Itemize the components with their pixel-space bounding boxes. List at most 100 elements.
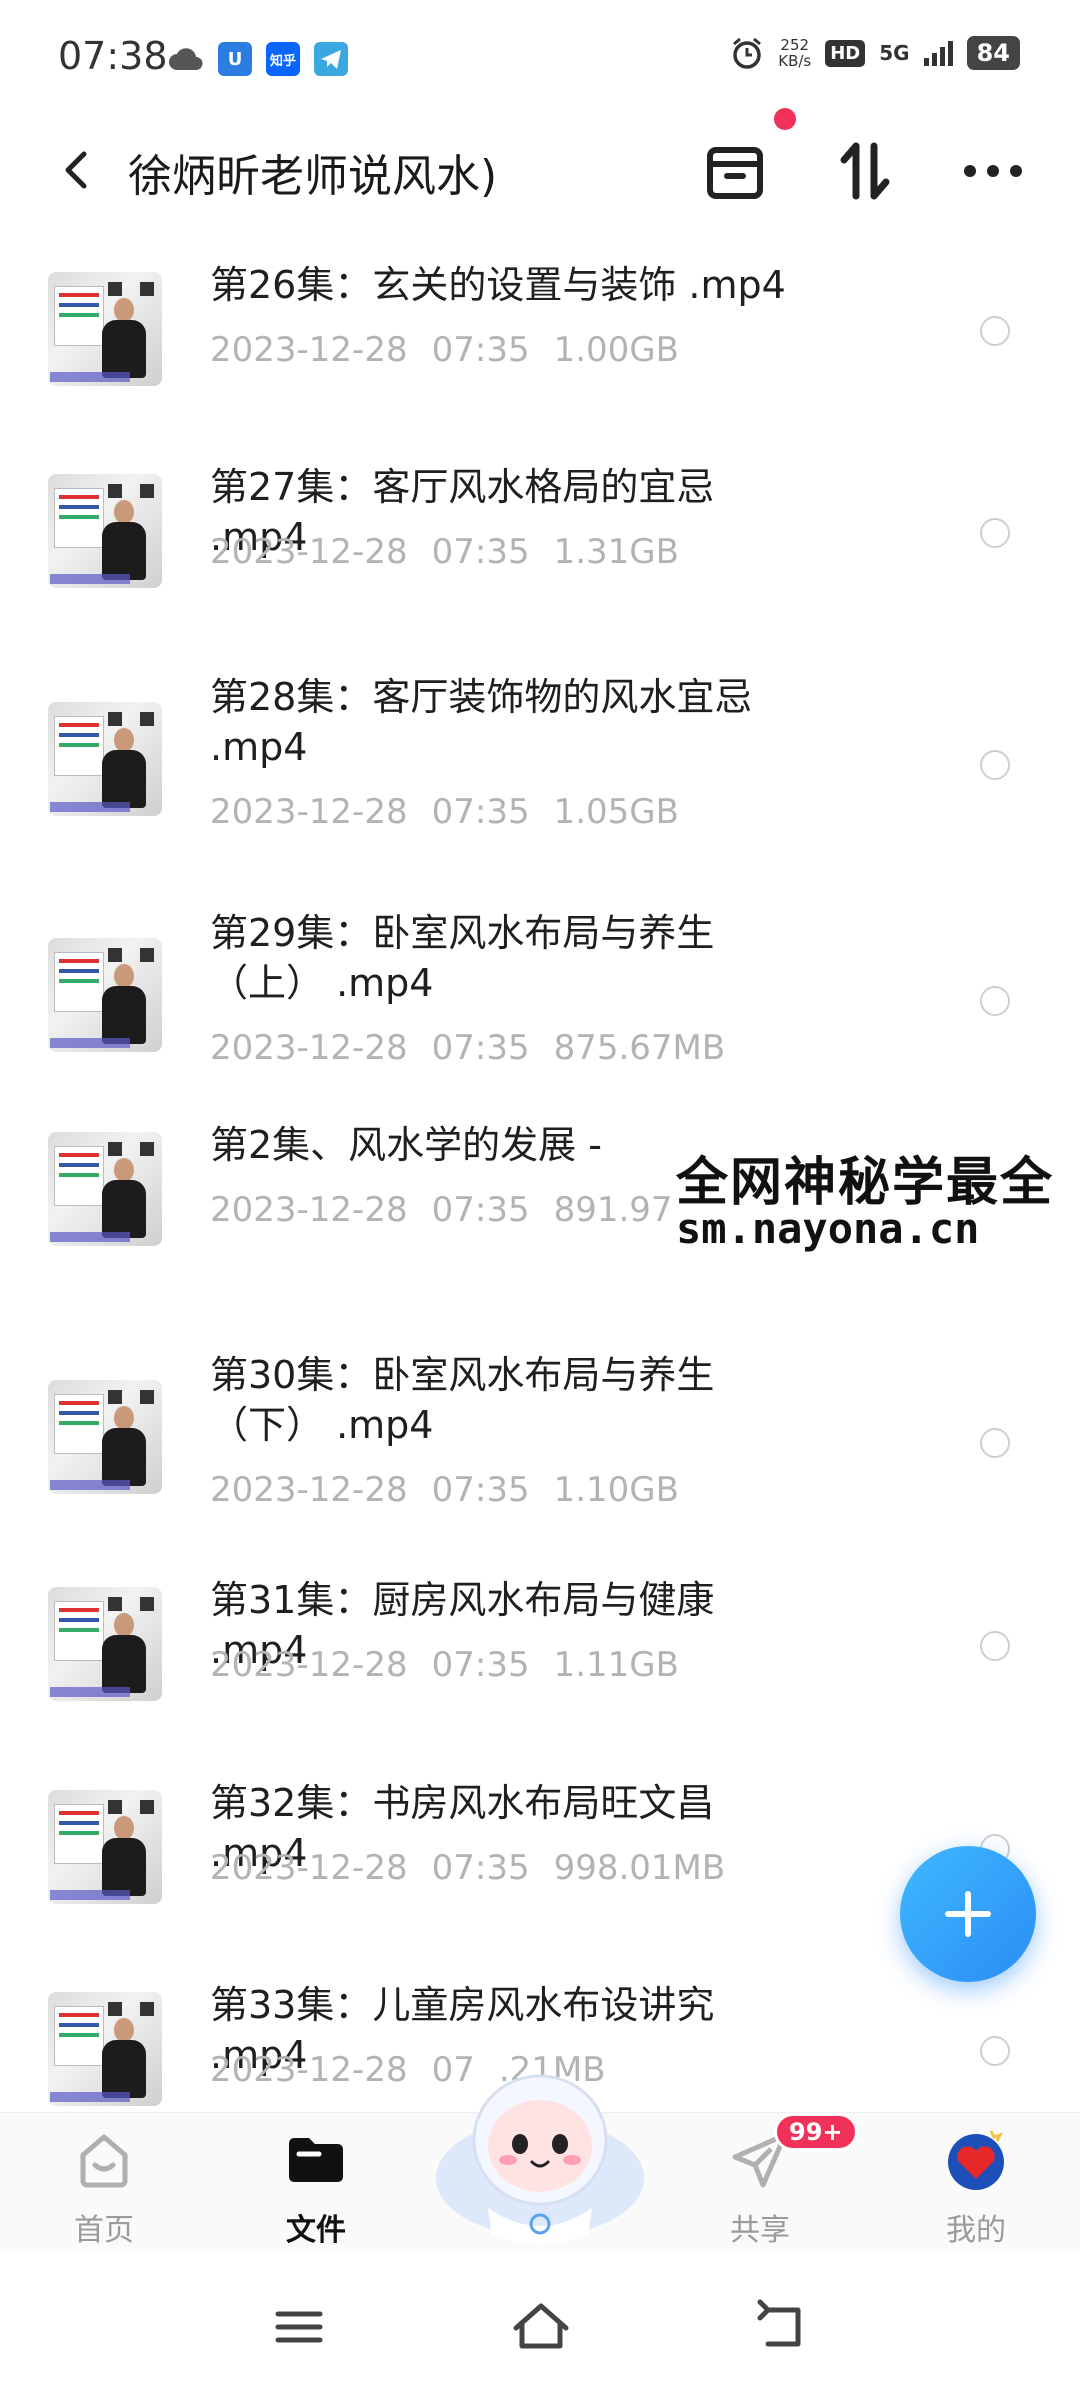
file-time: 07:35 xyxy=(431,1848,530,1888)
net-speed: 252 KB/s xyxy=(778,37,811,69)
thumbnail-frame xyxy=(140,1800,154,1814)
battery-icon: 84 xyxy=(966,36,1020,70)
file-meta: 2023-12-28 07:35 1.31GB xyxy=(210,532,679,572)
file-date: 2023-12-28 xyxy=(210,1028,408,1068)
watermark-url: sm.nayona.cn xyxy=(676,1204,980,1253)
video-thumbnail xyxy=(48,702,162,816)
thumbnail-frame xyxy=(140,282,154,296)
thumbnail-person xyxy=(100,728,146,808)
video-thumbnail xyxy=(48,1790,162,1904)
nav-share-label: 共享 xyxy=(730,2213,790,2248)
add-button[interactable] xyxy=(900,1846,1036,1982)
thumbnail-frame xyxy=(140,712,154,726)
thumbnail-board xyxy=(54,1804,104,1864)
net-speed-value: 252 xyxy=(780,36,810,54)
thumbnail-frame xyxy=(108,2002,122,2016)
file-size: 1.11GB xyxy=(553,1645,679,1685)
notification-icons: U 知乎 xyxy=(168,42,348,76)
cloud-icon xyxy=(169,48,203,70)
status-bar: 07:38 U 知乎 252 KB/s HD 5G 84 xyxy=(0,0,1080,120)
thumbnail-person xyxy=(100,298,146,378)
nav-home-label: 首页 xyxy=(74,2213,134,2248)
thumbnail-board xyxy=(54,1394,104,1454)
plus-icon xyxy=(945,1891,991,1937)
thumbnail-caption xyxy=(50,574,130,584)
home-icon xyxy=(80,2134,128,2188)
home-button-icon[interactable] xyxy=(506,2292,576,2362)
video-thumbnail xyxy=(48,1587,162,1701)
select-radio[interactable] xyxy=(980,750,1010,780)
video-thumbnail xyxy=(48,474,162,588)
file-name: 第28集：客厅装饰物的风水宜忌 .mp4 xyxy=(210,675,753,769)
nav-files[interactable]: 文件 xyxy=(236,2113,396,2253)
file-size: 1.10GB xyxy=(553,1470,679,1510)
notification-dot xyxy=(774,108,796,130)
thumbnail-board xyxy=(54,1146,104,1206)
select-radio[interactable] xyxy=(980,1428,1010,1458)
thumbnail-caption xyxy=(50,1687,130,1697)
nav-me[interactable]: 我的 xyxy=(896,2113,1056,2253)
hd-badge: HD xyxy=(825,39,866,67)
file-meta: 2023-12-28 07:35 875.67MB xyxy=(210,1028,725,1068)
file-time: 07:35 xyxy=(431,1645,530,1685)
select-radio[interactable] xyxy=(980,1631,1010,1661)
thumbnail-frame xyxy=(108,282,122,296)
menu-icon[interactable] xyxy=(264,2292,334,2362)
thumbnail-board xyxy=(54,1601,104,1661)
status-time: 07:38 xyxy=(58,34,168,78)
back-button-icon[interactable] xyxy=(746,2292,816,2362)
select-radio[interactable] xyxy=(980,2036,1010,2066)
file-time: 07:35 xyxy=(431,1470,530,1510)
thumbnail-frame xyxy=(140,1142,154,1156)
header: 徐炳昕老师说风水) xyxy=(0,120,1080,220)
thumbnail-person xyxy=(100,500,146,580)
thumbnail-caption xyxy=(50,372,130,382)
file-size: 891.97 xyxy=(553,1190,673,1230)
thumbnail-frame xyxy=(108,1800,122,1814)
telegram-icon xyxy=(314,42,348,76)
thumbnail-caption xyxy=(50,1038,130,1048)
avatar-icon xyxy=(948,2130,1004,2190)
sort-icon[interactable] xyxy=(830,136,900,206)
video-thumbnail xyxy=(48,1992,162,2106)
thumbnail-frame xyxy=(140,1597,154,1611)
nav-home[interactable]: 首页 xyxy=(24,2113,184,2253)
net-speed-unit: KB/s xyxy=(778,52,812,70)
select-radio[interactable] xyxy=(980,518,1010,548)
thumbnail-frame xyxy=(140,484,154,498)
system-nav-bar xyxy=(0,2252,1080,2400)
signal-icon xyxy=(923,40,953,66)
page-title: 徐炳昕老师说风水) xyxy=(128,151,498,202)
thumbnail-frame xyxy=(108,1142,122,1156)
thumbnail-person xyxy=(100,2018,146,2098)
thumbnail-caption xyxy=(50,802,130,812)
back-icon[interactable] xyxy=(50,142,106,198)
thumbnail-person xyxy=(100,964,146,1044)
nav-share[interactable]: 99+ 共享 xyxy=(680,2113,858,2253)
file-time: 07:35 xyxy=(431,1028,530,1068)
thumbnail-board xyxy=(54,488,104,548)
file-date: 2023-12-28 xyxy=(210,792,408,832)
app-u-icon: U xyxy=(218,42,252,76)
file-date: 2023-12-28 xyxy=(210,1470,408,1510)
file-meta: 2023-12-28 07:35 998.01MB xyxy=(210,1848,725,1888)
file-time: 07:35 xyxy=(431,1190,530,1230)
file-size: 1.00GB xyxy=(553,330,679,370)
select-radio[interactable] xyxy=(980,986,1010,1016)
thumbnail-caption xyxy=(50,1232,130,1242)
network-type: 5G xyxy=(879,41,910,65)
file-name: 第29集：卧室风水布局与养生（上） .mp4 xyxy=(210,911,715,1005)
file-meta: 2023-12-28 07:35 1.11GB xyxy=(210,1645,679,1685)
select-radio[interactable] xyxy=(980,316,1010,346)
thumbnail-frame xyxy=(140,2002,154,2016)
thumbnail-board xyxy=(54,286,104,346)
archive-icon[interactable] xyxy=(700,136,770,206)
file-time: 07:35 xyxy=(431,330,530,370)
file-size: 1.05GB xyxy=(553,792,679,832)
thumbnail-caption xyxy=(50,2092,130,2102)
assistant-mascot[interactable] xyxy=(428,2048,652,2248)
share-badge: 99+ xyxy=(774,2113,858,2151)
thumbnail-frame xyxy=(140,948,154,962)
more-icon[interactable] xyxy=(958,136,1028,206)
thumbnail-frame xyxy=(108,484,122,498)
